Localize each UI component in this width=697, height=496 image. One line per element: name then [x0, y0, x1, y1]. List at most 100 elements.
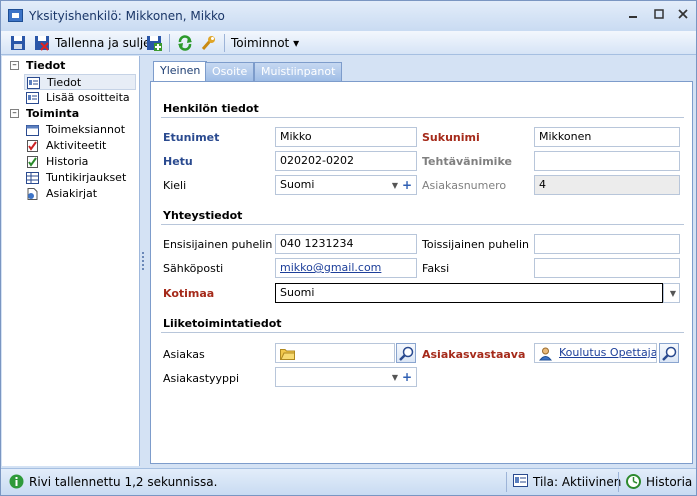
nav-item-label: Historia [46, 155, 89, 168]
chevron-down-icon[interactable]: ▼ [392, 369, 398, 386]
nav-item-activities[interactable]: Aktiviteetit [24, 138, 136, 154]
status-message: Rivi tallennettu 1,2 sekunnissa. [29, 475, 218, 489]
language-label: Kieli [163, 179, 187, 192]
minimize-button[interactable] [626, 9, 640, 21]
job-title-label: Tehtävänimike [422, 155, 512, 168]
address-card-icon [26, 92, 39, 104]
account-manager-label: Asiakasvastaava [422, 348, 526, 361]
nav-group-toiminta[interactable]: – Toiminta [2, 106, 140, 122]
job-title-field[interactable] [534, 151, 680, 171]
collapse-icon[interactable]: – [10, 109, 19, 118]
customer-label: Asiakas [163, 348, 205, 361]
tab-address[interactable]: Osoite [205, 62, 255, 81]
ssn-field[interactable]: 020202-0202 [275, 151, 417, 171]
phone2-label: Toissijainen puhelin [422, 238, 529, 251]
plus-icon[interactable]: + [402, 176, 412, 194]
nav-item-label: Lisää osoitteita [46, 91, 130, 104]
nav-item-assignments[interactable]: Toimeksiannot [24, 122, 136, 138]
maximize-button[interactable] [652, 9, 666, 21]
id-card-icon [27, 77, 40, 89]
collapse-icon[interactable]: – [10, 61, 19, 70]
country-label: Kotimaa [163, 287, 215, 300]
close-button[interactable] [676, 9, 690, 21]
email-label: Sähköposti [163, 262, 224, 275]
assignment-icon [26, 125, 39, 136]
document-icon [27, 188, 38, 200]
save-new-icon [147, 36, 162, 51]
folder-icon [280, 349, 295, 360]
phone1-field[interactable]: 040 1231234 [275, 234, 417, 254]
app-card-icon [8, 9, 23, 22]
country-dropdown-button[interactable]: ▼ [663, 283, 680, 303]
section-business-title: Liiketoimintatiedot [163, 317, 282, 330]
save-and-close-icon[interactable] [34, 35, 50, 51]
info-icon [9, 474, 24, 489]
country-dropdown[interactable]: Suomi [275, 283, 663, 303]
email-link[interactable]: mikko@gmail.com [280, 261, 381, 274]
status-state[interactable]: Tila: Aktiivinen [533, 475, 621, 489]
chevron-down-icon[interactable]: ▼ [392, 177, 398, 194]
checklist-icon [27, 140, 38, 152]
email-field[interactable]: mikko@gmail.com [275, 258, 417, 278]
fax-field[interactable] [534, 258, 680, 278]
refresh-button[interactable] [177, 35, 193, 51]
account-manager-search-button[interactable] [659, 343, 679, 363]
plus-icon[interactable]: + [402, 368, 412, 386]
nav-item-history[interactable]: Historia [24, 154, 136, 170]
account-manager-field[interactable]: Koulutus Opettaja [534, 343, 657, 363]
minimize-icon [629, 16, 637, 18]
magnifier-icon [399, 346, 414, 361]
toolbar: Tallenna ja sulje Toiminnot ▾ [1, 31, 696, 55]
nav-item-documents[interactable]: Asiakirjat [24, 186, 136, 202]
customer-field[interactable] [275, 343, 395, 363]
nav-item-time-entries[interactable]: Tuntikirjaukset [24, 170, 136, 186]
general-panel: Henkilön tiedot Etunimet Mikko Sukunimi … [150, 81, 693, 464]
last-name-field[interactable]: Mikkonen [534, 127, 680, 147]
nav-item-label: Aktiviteetit [46, 139, 107, 152]
account-manager-link[interactable]: Koulutus Opettaja [559, 346, 656, 359]
nav-item-more-addresses[interactable]: Lisää osoitteita [24, 90, 136, 106]
window-title: Yksityishenkilö: Mikkonen, Mikko [29, 9, 225, 23]
ssn-label: Hetu [163, 155, 193, 168]
customer-number-field: 4 [534, 175, 680, 195]
tab-notes[interactable]: Muistiinpanot [254, 62, 343, 81]
customer-search-button[interactable] [396, 343, 416, 363]
language-dropdown[interactable]: Suomi ▼ + [275, 175, 417, 195]
state-card-icon [513, 474, 528, 487]
save-icon [11, 36, 25, 50]
nav-item-label: Toimeksiannot [46, 123, 126, 136]
phone1-label: Ensisijainen puhelin [163, 238, 273, 251]
nav-group-tiedot[interactable]: – Tiedot [2, 58, 140, 74]
save-and-close-button[interactable]: Tallenna ja sulje [55, 36, 151, 50]
refresh-icon [178, 35, 192, 51]
chevron-down-icon[interactable]: ▼ [670, 285, 676, 302]
first-name-field[interactable]: Mikko [275, 127, 417, 147]
tools-button[interactable] [200, 35, 216, 51]
phone2-field[interactable] [534, 234, 680, 254]
magnifier-icon [662, 346, 677, 361]
customer-number-label: Asiakasnumero [422, 179, 507, 192]
first-name-label: Etunimet [163, 131, 220, 144]
customer-type-dropdown[interactable]: ▼ + [275, 367, 417, 387]
title-bar: Yksityishenkilö: Mikkonen, Mikko [1, 1, 696, 31]
wrench-icon [201, 36, 215, 50]
status-history-button[interactable]: Historia [646, 475, 692, 489]
fax-label: Faksi [422, 262, 450, 275]
section-person-title: Henkilön tiedot [163, 102, 259, 115]
save-and-new-button[interactable] [146, 35, 162, 51]
save-button[interactable] [10, 35, 26, 51]
nav-item-label: Tuntikirjaukset [46, 171, 127, 184]
navigation-tree: – Tiedot Tiedot Lisää osoitteita – Toimi… [2, 56, 140, 466]
history-icon [626, 474, 641, 489]
status-bar: Rivi tallennettu 1,2 sekunnissa. Tila: A… [1, 468, 696, 495]
main-content: Yleinen Osoite Muistiinpanot Henkilön ti… [147, 56, 695, 466]
window: Yksityishenkilö: Mikkonen, Mikko Tallenn… [0, 0, 697, 496]
nav-item-label: Tiedot [47, 76, 82, 89]
nav-item-label: Asiakirjat [46, 187, 98, 200]
customer-type-label: Asiakastyyppi [163, 372, 240, 385]
maximize-icon [654, 9, 664, 19]
nav-item-tiedot[interactable]: Tiedot [24, 74, 136, 90]
actions-menu[interactable]: Toiminnot ▾ [231, 36, 299, 50]
tab-general[interactable]: Yleinen [153, 61, 208, 82]
last-name-label: Sukunimi [422, 131, 480, 144]
